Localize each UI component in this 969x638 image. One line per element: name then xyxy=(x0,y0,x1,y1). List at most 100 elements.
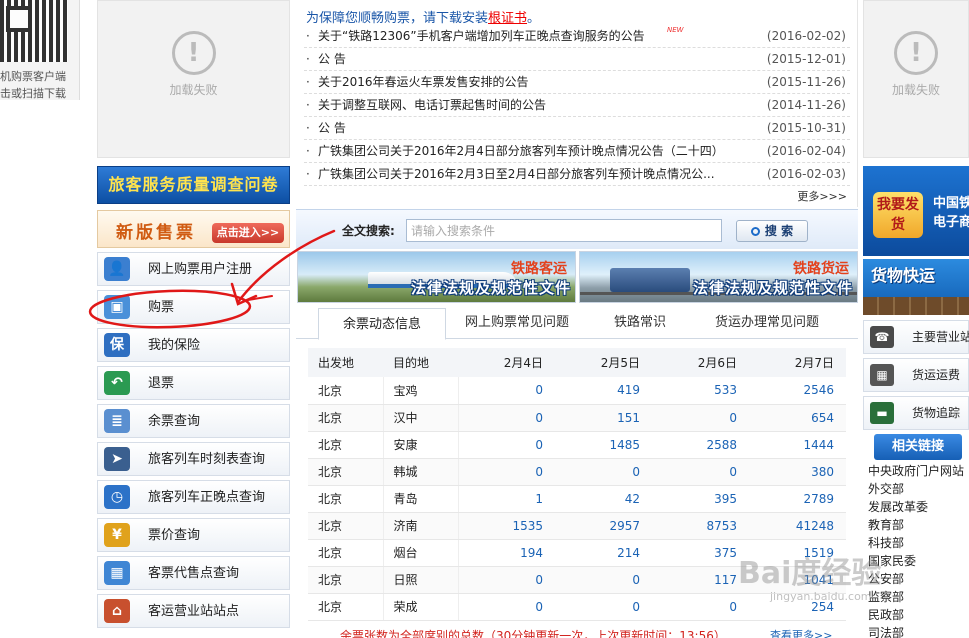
load-failed-text: 加载失败 xyxy=(891,83,940,97)
express-freight-banner[interactable]: 货物快运 xyxy=(863,259,969,315)
sidebar-item-user-register[interactable]: 👤 网上购票用户注册 xyxy=(97,252,290,286)
view-more-link[interactable]: 查看更多>> xyxy=(770,627,832,638)
tab-railway-knowledge[interactable]: 铁路常识 xyxy=(588,307,692,339)
service-survey-banner[interactable]: 旅客服务质量调查问卷 xyxy=(97,166,290,204)
station-cell: 济南 xyxy=(383,512,459,540)
notice-more-link[interactable]: 更多>>> xyxy=(797,188,847,204)
passenger-law-banner[interactable]: 铁路客运 法律法规及规范性文件 xyxy=(297,251,576,303)
ticket-count-cell[interactable]: 533 xyxy=(652,377,749,405)
ticket-count-cell[interactable]: 0 xyxy=(458,458,555,486)
sidebar-item-station-house[interactable]: ⌂ 客运营业站站点 xyxy=(97,594,290,628)
ticket-count-cell[interactable]: 194 xyxy=(458,539,555,567)
ship-goods-button[interactable]: 我要发货 xyxy=(873,192,923,238)
ticket-count-cell[interactable]: 1535 xyxy=(458,512,555,540)
new-ticketing-banner[interactable]: 新版售票 点击进入>> xyxy=(97,210,290,248)
ticket-count-cell[interactable]: 375 xyxy=(652,539,749,567)
ticket-agent-icon: ▦ xyxy=(104,561,130,585)
ticket-count-cell[interactable]: 0 xyxy=(555,458,652,486)
freight-item-locomotive[interactable]: ▬ 货物追踪 xyxy=(863,396,969,430)
sidebar-item-ticket-query[interactable]: ≣ 余票查询 xyxy=(97,404,290,438)
notice-item[interactable]: · 关于2016年春运火车票发售安排的公告 (2015-11-26) xyxy=(304,71,850,94)
ticket-count-cell[interactable]: 214 xyxy=(555,539,652,567)
ticket-count-cell[interactable]: 1 xyxy=(458,485,555,513)
notice-title[interactable]: 广铁集团公司关于2016年2月4日部分旅客列车预计晚点情况公告（二十四） xyxy=(318,140,724,162)
ticket-count-cell[interactable]: 117 xyxy=(652,566,749,594)
sidebar-item-buy-ticket[interactable]: ▣ 购票 xyxy=(97,290,290,324)
freight-ecommerce-banner[interactable]: 我要发货 中国铁路 电子商务 xyxy=(863,166,969,256)
ticket-count-cell[interactable]: 2546 xyxy=(749,377,846,405)
tab-online-faq[interactable]: 网上购票常见问题 xyxy=(446,307,588,339)
related-link[interactable]: 中央政府门户网站 xyxy=(868,462,964,480)
freight-item-phone[interactable]: ☎ 主要营业站 xyxy=(863,320,969,354)
notice-item[interactable]: · 公 告 (2015-12-01) xyxy=(304,48,850,71)
ticket-count-cell[interactable]: 151 xyxy=(555,404,652,432)
sidebar-item-insurance-shield[interactable]: 保 我的保险 xyxy=(97,328,290,362)
notice-date: (2016-02-02) xyxy=(766,29,846,43)
tab-ticket-dynamics[interactable]: 余票动态信息 xyxy=(318,308,446,340)
sidebar-item-ticket-agent[interactable]: ▦ 客票代售点查询 xyxy=(97,556,290,590)
related-link[interactable]: 教育部 xyxy=(868,516,904,534)
station-cell: 北京 xyxy=(308,566,384,594)
ticket-count-cell[interactable]: 1444 xyxy=(749,431,846,459)
notice-title[interactable]: 关于调整互联网、电话订票起售时间的公告 xyxy=(318,94,546,116)
freight-item-calculator[interactable]: ▦ 货运运费 xyxy=(863,358,969,392)
ticket-count-cell[interactable]: 2588 xyxy=(652,431,749,459)
ticket-count-cell[interactable]: 42 xyxy=(555,485,652,513)
freight-law-banner[interactable]: 铁路货运 法律法规及规范性文件 xyxy=(579,251,858,303)
related-link[interactable]: 司法部 xyxy=(868,624,904,638)
sidebar-item-refund-arrow[interactable]: ↶ 退票 xyxy=(97,366,290,400)
ticket-count-cell[interactable]: 0 xyxy=(652,404,749,432)
ticket-count-cell[interactable]: 0 xyxy=(458,566,555,594)
search-button[interactable]: 搜 索 xyxy=(736,220,808,242)
notice-title[interactable]: 广铁集团公司关于2016年2月3日至2月4日部分旅客列车预计晚点情况公... xyxy=(318,163,715,185)
tab-freight-faq[interactable]: 货运办理常见问题 xyxy=(692,307,842,339)
sidebar-item-train-timetable[interactable]: ➤ 旅客列车时刻表查询 xyxy=(97,442,290,476)
ticket-count-cell[interactable]: 0 xyxy=(458,431,555,459)
notice-panel: 为保障您顺畅购票，请下载安装根证书。 · 关于“铁路12306”手机客户端增加列车… xyxy=(296,0,858,207)
ticket-count-cell[interactable]: 0 xyxy=(458,377,555,405)
notice-item[interactable]: · 广铁集团公司关于2016年2月3日至2月4日部分旅客列车预计晚点情况公... (… xyxy=(304,163,850,186)
ticket-count-cell[interactable]: 654 xyxy=(749,404,846,432)
notice-date: (2016-02-03) xyxy=(766,167,846,181)
enter-new-ticketing-button[interactable]: 点击进入>> xyxy=(212,223,284,243)
ticket-count-cell[interactable]: 380 xyxy=(749,458,846,486)
related-link[interactable]: 民政部 xyxy=(868,606,904,624)
related-link[interactable]: 发展改革委 xyxy=(868,498,928,516)
search-input[interactable] xyxy=(406,219,722,242)
notice-title[interactable]: 公 告 xyxy=(318,117,346,139)
related-link[interactable]: 外交部 xyxy=(868,480,904,498)
ticket-count-cell[interactable]: 419 xyxy=(555,377,652,405)
notice-title[interactable]: 关于2016年春运火车票发售安排的公告 xyxy=(318,71,529,93)
right-ad-load-failed: ! 加载失败 xyxy=(863,0,969,158)
station-cell: 北京 xyxy=(308,485,384,513)
notice-item[interactable]: · 公 告 (2015-10-31) xyxy=(304,117,850,140)
bullet: · xyxy=(306,75,310,89)
ticket-count-cell[interactable]: 41248 xyxy=(749,512,846,540)
ticket-count-cell[interactable]: 0 xyxy=(652,593,749,621)
notice-item[interactable]: · 关于调整互联网、电话订票起售时间的公告 (2014-11-26) xyxy=(304,94,850,117)
notice-title[interactable]: 关于“铁路12306”手机客户端增加列车正晚点查询服务的公告 xyxy=(318,25,645,47)
ticket-count-cell[interactable]: 8753 xyxy=(652,512,749,540)
ticket-count-cell[interactable]: 0 xyxy=(458,404,555,432)
notice-item[interactable]: · 广铁集团公司关于2016年2月4日部分旅客列车预计晚点情况公告（二十四） (20… xyxy=(304,140,850,163)
table-row: 北京 宝鸡 0 419 533 2546 xyxy=(308,377,846,405)
ticket-count-cell[interactable]: 0 xyxy=(652,458,749,486)
sidebar-item-yen-price[interactable]: ¥ 票价查询 xyxy=(97,518,290,552)
root-cert-link[interactable]: 根证书 xyxy=(488,11,527,26)
station-cell: 北京 xyxy=(308,539,384,567)
ticket-count-cell[interactable]: 2789 xyxy=(749,485,846,513)
refund-arrow-icon: ↶ xyxy=(104,371,130,395)
ticket-count-cell[interactable]: 0 xyxy=(555,593,652,621)
info-tabs: 余票动态信息 网上购票常见问题 铁路常识 货运办理常见问题 xyxy=(296,307,858,340)
ticket-count-cell[interactable]: 0 xyxy=(458,593,555,621)
ticket-count-cell[interactable]: 395 xyxy=(652,485,749,513)
notice-title[interactable]: 公 告 xyxy=(318,48,346,70)
ticket-count-cell[interactable]: 1485 xyxy=(555,431,652,459)
ticket-count-cell[interactable]: 2957 xyxy=(555,512,652,540)
ticket-count-cell[interactable]: 0 xyxy=(555,566,652,594)
app-download-qr[interactable]: 机购票客户端 击或扫描下载 xyxy=(0,0,80,100)
notice-item[interactable]: · 关于“铁路12306”手机客户端增加列车正晚点查询服务的公告 NEW (2016-… xyxy=(304,25,850,48)
load-failed-text: 加载失败 xyxy=(169,83,218,97)
sidebar-item-clock[interactable]: ◷ 旅客列车正晚点查询 xyxy=(97,480,290,514)
station-cell: 北京 xyxy=(308,593,384,621)
